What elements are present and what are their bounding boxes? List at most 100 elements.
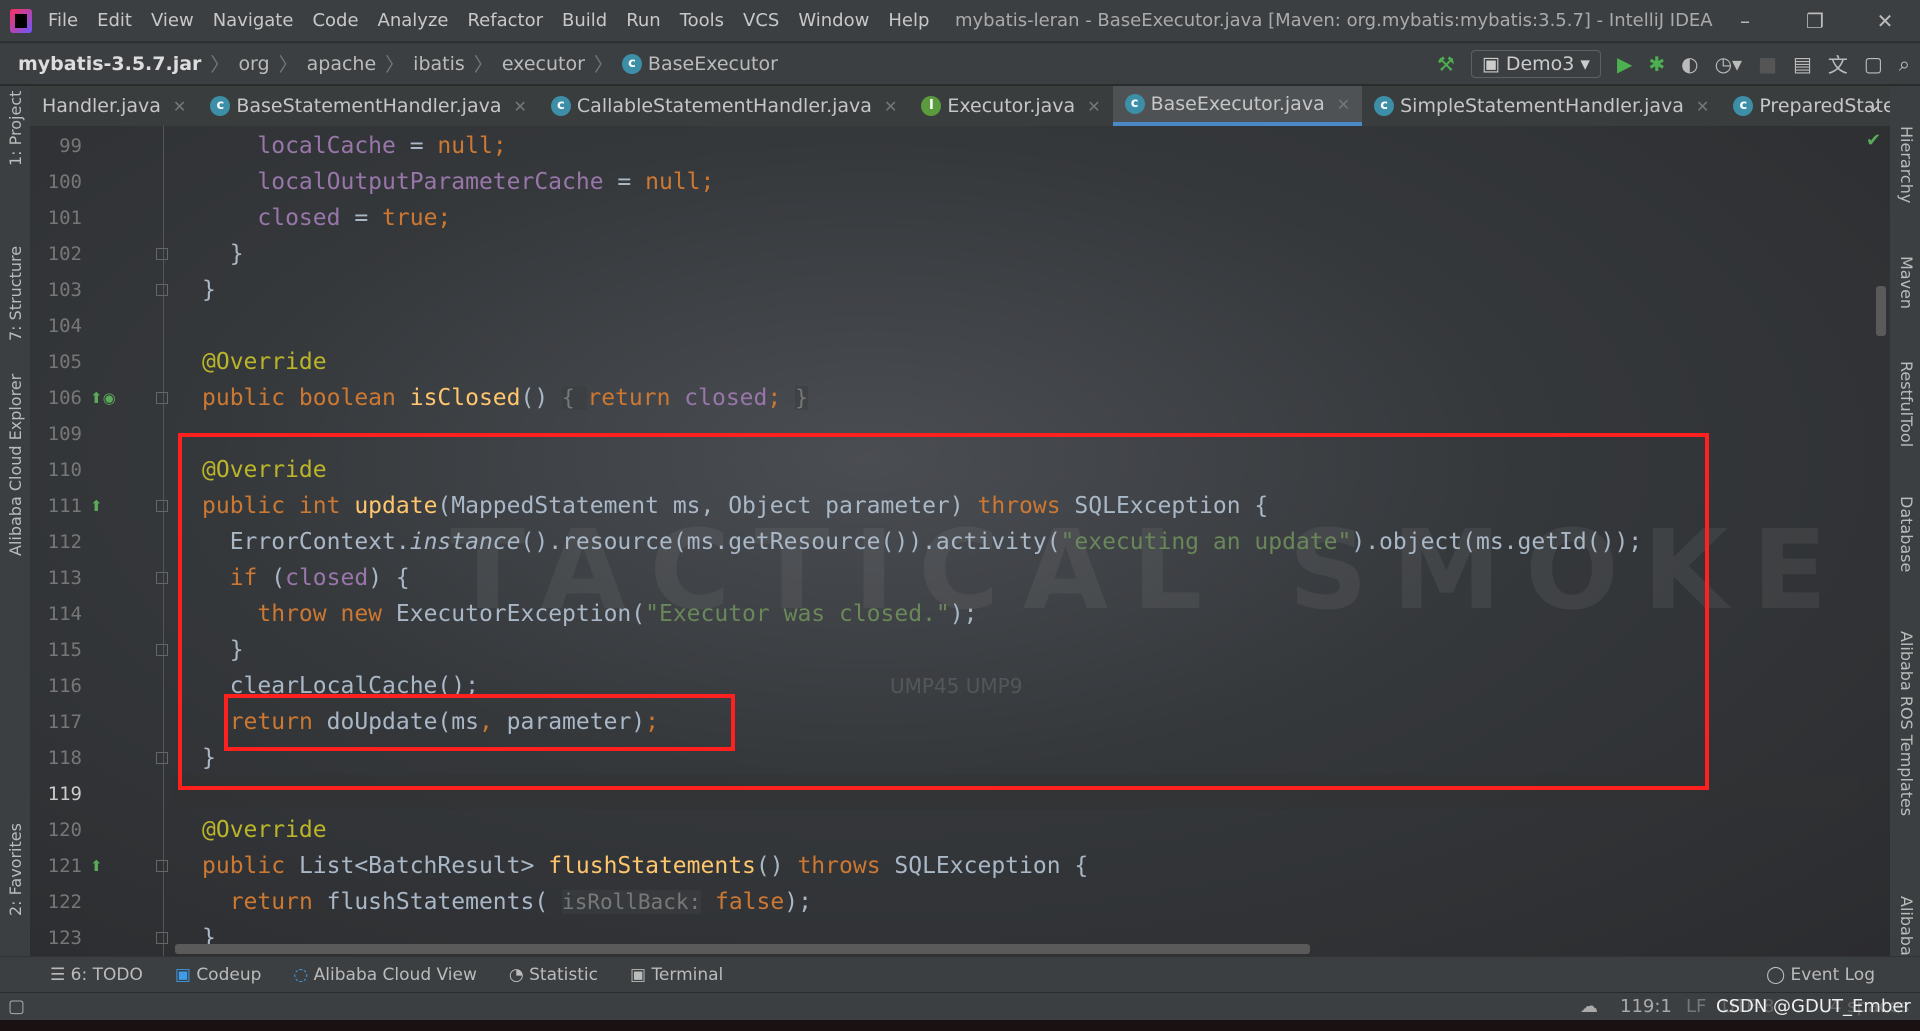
close-tab-icon[interactable]: ✕ bbox=[173, 97, 186, 116]
tool-favorites[interactable]: 2: Favorites bbox=[6, 823, 25, 916]
tab-simplestatementhandler-java[interactable]: c SimpleStatementHandler.java ✕ bbox=[1362, 86, 1721, 126]
run-icon[interactable]: ▶ bbox=[1617, 52, 1632, 76]
fold-marker-icon[interactable] bbox=[156, 392, 168, 404]
menu-vcs[interactable]: VCS bbox=[743, 10, 779, 31]
tool-statistic[interactable]: ◔ Statistic bbox=[509, 965, 598, 985]
code-token: = bbox=[603, 169, 646, 195]
restore-button[interactable]: ❐ bbox=[1780, 0, 1850, 42]
fold-marker-icon[interactable] bbox=[156, 500, 168, 512]
profile-icon[interactable]: ◷▾ bbox=[1715, 52, 1743, 76]
tool-structure[interactable]: 7: Structure bbox=[6, 246, 25, 341]
tool-todo[interactable]: ☰ 6: TODO bbox=[50, 965, 143, 985]
tool-codeup[interactable]: ▣ Codeup bbox=[175, 965, 262, 985]
close-button[interactable]: ✕ bbox=[1850, 0, 1920, 42]
stop-icon[interactable]: ■ bbox=[1758, 52, 1777, 76]
close-tab-icon[interactable]: ✕ bbox=[1696, 97, 1709, 116]
close-tab-icon[interactable]: ✕ bbox=[514, 97, 527, 116]
menu-refactor[interactable]: Refactor bbox=[467, 10, 543, 31]
tool-project[interactable]: 1: Project bbox=[6, 91, 25, 166]
line-separator[interactable]: LF bbox=[1686, 996, 1706, 1017]
breadcrumb-ibatis[interactable]: ibatis bbox=[413, 53, 465, 75]
terminal-icon[interactable]: ▢ bbox=[1864, 52, 1883, 76]
gutter-line: 109 bbox=[30, 416, 170, 452]
gutter-line: 100 bbox=[30, 164, 170, 200]
menu-run[interactable]: Run bbox=[626, 10, 661, 31]
menu-help[interactable]: Help bbox=[888, 10, 929, 31]
tab-basestatementhandler-java[interactable]: c BaseStatementHandler.java ✕ bbox=[198, 86, 539, 126]
fold-marker-icon[interactable] bbox=[156, 860, 168, 872]
code-editor[interactable]: TACTICAL SMOKE UMP45 UMP9 99 100 101 102 103… bbox=[30, 126, 1890, 956]
build-hammer-icon[interactable]: ⚒ bbox=[1437, 52, 1455, 76]
search-icon[interactable]: ⌕ bbox=[1899, 52, 1910, 76]
gutter-line: 123 bbox=[30, 920, 170, 956]
tool-maven[interactable]: Maven bbox=[1897, 256, 1916, 309]
horizontal-scrollbar[interactable] bbox=[175, 944, 1310, 954]
code-token: true bbox=[382, 205, 438, 231]
override-marker-icon[interactable]: ⬆◉ bbox=[90, 389, 116, 407]
code-token: localCache bbox=[202, 133, 396, 159]
translate-icon[interactable]: 文 bbox=[1828, 49, 1848, 78]
line-number: 120 bbox=[47, 819, 82, 841]
override-marker-icon[interactable]: ⬆ bbox=[90, 497, 103, 515]
code-token: ); bbox=[784, 889, 812, 915]
tool-database[interactable]: Database bbox=[1897, 496, 1916, 572]
override-marker-icon[interactable]: ⬆ bbox=[90, 857, 103, 875]
tab-callablestatementhandler-java[interactable]: c CallableStatementHandler.java ✕ bbox=[539, 86, 909, 126]
gutter-line: 101 bbox=[30, 200, 170, 236]
close-tab-icon[interactable]: ✕ bbox=[1087, 97, 1100, 116]
tab-baseexecutor-java[interactable]: c BaseExecutor.java ✕ bbox=[1112, 86, 1363, 126]
project-structure-icon[interactable]: ▤ bbox=[1793, 52, 1812, 76]
menu-window[interactable]: Window bbox=[798, 10, 869, 31]
fold-marker-icon[interactable] bbox=[156, 284, 168, 296]
line-number: 111 bbox=[47, 495, 82, 517]
fold-marker-icon[interactable] bbox=[156, 572, 168, 584]
gutter-line: 119 bbox=[30, 776, 170, 812]
debug-icon[interactable]: ✱ bbox=[1648, 52, 1665, 76]
menu-build[interactable]: Build bbox=[562, 10, 607, 31]
menu-file[interactable]: File bbox=[48, 10, 78, 31]
taskbar-strip bbox=[0, 1020, 1920, 1031]
tool-alibaba-cloud-view[interactable]: ◌ Alibaba Cloud View bbox=[293, 965, 476, 985]
close-tab-icon[interactable]: ✕ bbox=[884, 97, 897, 116]
fold-marker-icon[interactable] bbox=[156, 752, 168, 764]
toggle-panels-icon[interactable]: ▢ bbox=[8, 996, 25, 1017]
tool-restfultool[interactable]: RestfulTool bbox=[1897, 361, 1916, 447]
code-line: } bbox=[202, 272, 216, 308]
menu-analyze[interactable]: Analyze bbox=[378, 10, 449, 31]
tab-handler-java[interactable]: Handler.java ✕ bbox=[30, 86, 198, 126]
breadcrumb-org[interactable]: org bbox=[238, 53, 269, 75]
fold-marker-icon[interactable] bbox=[156, 932, 168, 944]
tool-terminal[interactable]: ▣ Terminal bbox=[630, 965, 723, 985]
menu-view[interactable]: View bbox=[151, 10, 194, 31]
tabs-overflow-chevron-icon[interactable]: ⌄ bbox=[1866, 94, 1882, 116]
menu-navigate[interactable]: Navigate bbox=[213, 10, 294, 31]
tool-alibaba-ros-templates[interactable]: Alibaba ROS Templates bbox=[1897, 631, 1916, 816]
coverage-icon[interactable]: ◐ bbox=[1681, 52, 1698, 76]
run-config-select[interactable]: ▣ Demo3 ▾ bbox=[1470, 49, 1601, 78]
fold-marker-icon[interactable] bbox=[156, 248, 168, 260]
tool-alibaba-cloud-explorer[interactable]: Alibaba Cloud Explorer bbox=[6, 374, 25, 556]
code-token: () bbox=[520, 385, 563, 411]
menu-edit[interactable]: Edit bbox=[97, 10, 132, 31]
tab-preparedstatementhandler[interactable]: cPreparedStatementHandler bbox=[1721, 86, 1890, 126]
line-number: 106 bbox=[47, 387, 82, 409]
breadcrumb-executor[interactable]: executor bbox=[502, 53, 585, 75]
menu-code[interactable]: Code bbox=[312, 10, 358, 31]
vertical-scrollbar[interactable] bbox=[1876, 286, 1886, 336]
caret-position[interactable]: 119:1 bbox=[1620, 996, 1672, 1017]
line-number: 123 bbox=[47, 927, 82, 949]
close-tab-icon[interactable]: ✕ bbox=[1337, 95, 1350, 114]
breadcrumb-apache[interactable]: apache bbox=[307, 53, 377, 75]
menu-tools[interactable]: Tools bbox=[680, 10, 724, 31]
event-log[interactable]: ◯ Event Log bbox=[1766, 965, 1875, 985]
tool-hierarchy[interactable]: Hierarchy bbox=[1897, 126, 1916, 203]
minimize-button[interactable]: – bbox=[1710, 0, 1780, 42]
status-bar: ▢ ☁ 119:1 LF UTF-8 4 spaces CSDN @GDUT_E… bbox=[0, 992, 1920, 1020]
breadcrumb-jar[interactable]: mybatis-3.5.7.jar bbox=[18, 53, 201, 75]
code-token: () bbox=[755, 853, 798, 879]
tab-executor-java[interactable]: I Executor.java ✕ bbox=[909, 86, 1112, 126]
tool-alibaba[interactable]: Alibaba bbox=[1897, 896, 1916, 956]
breadcrumb-class[interactable]: BaseExecutor bbox=[648, 53, 778, 75]
fold-marker-icon[interactable] bbox=[156, 644, 168, 656]
editor-tabs: Handler.java ✕ c BaseStatementHandler.java ✕… bbox=[30, 86, 1890, 126]
